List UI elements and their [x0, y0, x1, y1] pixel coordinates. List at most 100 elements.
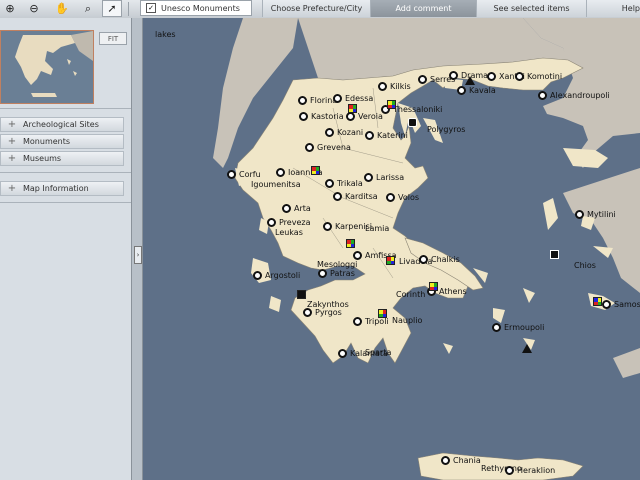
fit-button[interactable]: FIT: [99, 32, 127, 45]
tab-see-selected[interactable]: See selected items: [476, 0, 586, 17]
overview-map[interactable]: [0, 30, 94, 104]
city-marker-lamia[interactable]: Lamia: [353, 224, 389, 233]
unesco-site-marker-icon[interactable]: [429, 282, 438, 291]
layer-museums[interactable]: + Museums: [0, 151, 124, 166]
expand-icon[interactable]: +: [1, 136, 23, 147]
city-marker-volos[interactable]: Volos: [386, 193, 419, 202]
panel-divider: [0, 202, 131, 203]
city-marker-florina[interactable]: Florina: [298, 96, 337, 105]
unesco-site-marker-icon[interactable]: [378, 309, 387, 318]
city-marker-pyrgos[interactable]: Pyrgos: [303, 308, 342, 317]
city-marker-igoumenitsa[interactable]: Igoumenitsa: [239, 180, 301, 189]
city-dot-icon: [457, 86, 466, 95]
city-dot-icon: [386, 193, 395, 202]
monument-square-icon[interactable]: [550, 250, 559, 259]
city-marker-argostoli[interactable]: Argostoli: [253, 271, 300, 280]
city-dot-icon: [298, 96, 307, 105]
city-marker-corfu[interactable]: Corfu: [227, 170, 261, 179]
city-dot-icon: [353, 317, 362, 326]
city-marker-grevena[interactable]: Grevena: [305, 143, 351, 152]
city-marker-trikala[interactable]: Trikala: [325, 179, 363, 188]
city-dot-icon: [333, 192, 342, 201]
city-marker-mesologgi[interactable]: Mesologgi: [305, 260, 357, 269]
city-dot-icon: [318, 269, 327, 278]
city-dot-icon: [325, 179, 334, 188]
city-dot-icon: [487, 72, 496, 81]
city-marker-leukas[interactable]: Leukas: [263, 228, 303, 237]
tab-help[interactable]: Help: [586, 0, 640, 17]
city-marker-mytilini[interactable]: Mytilini: [575, 210, 616, 219]
toolbar-divider: [128, 2, 129, 16]
layer-label: Archeological Sites: [23, 120, 99, 129]
city-marker-sparta[interactable]: Sparta: [353, 348, 391, 357]
city-marker-alexandroupoli[interactable]: Alexandroupoli: [538, 91, 610, 100]
unesco-site-marker-icon[interactable]: [348, 104, 357, 113]
city-dot-icon: [419, 255, 428, 264]
city-dot-icon: [538, 91, 547, 100]
city-marker-larissa[interactable]: Larissa: [364, 173, 404, 182]
unesco-site-marker-icon[interactable]: [387, 100, 396, 109]
city-marker-kozani[interactable]: Kozani: [325, 128, 363, 137]
city-dot-icon: [346, 112, 355, 121]
city-marker-komotini[interactable]: Komotini: [515, 72, 562, 81]
tab-add-comment[interactable]: Add comment: [370, 0, 476, 17]
city-marker-edessa[interactable]: Edessa: [333, 94, 373, 103]
zoom-in-icon[interactable]: ⊕: [0, 0, 20, 17]
layer-monuments[interactable]: + Monuments: [0, 134, 124, 149]
city-dot-icon: [305, 143, 314, 152]
city-marker-patras[interactable]: Patras: [318, 269, 355, 278]
unesco-site-marker-icon[interactable]: [346, 239, 355, 248]
map-view[interactable]: lakes Florina Edessa Thessaloniki Kilkis…: [143, 18, 640, 480]
city-dot-icon: [338, 349, 347, 358]
city-marker-katerini[interactable]: Katerini: [365, 131, 408, 140]
city-marker-karditsa[interactable]: Karditsa: [333, 192, 378, 201]
city-dot-icon: [323, 222, 332, 231]
layer-label: Museums: [23, 154, 62, 163]
city-marker-heraklion[interactable]: Heraklion: [505, 466, 555, 475]
city-dot-icon: [276, 168, 285, 177]
pointer-icon[interactable]: ➚: [102, 0, 122, 17]
map-information[interactable]: + Map Information: [0, 181, 124, 196]
expand-icon[interactable]: +: [1, 119, 23, 130]
city-dot-icon: [364, 173, 373, 182]
city-marker-preveza[interactable]: Preveza: [267, 218, 310, 227]
city-dot-icon: [267, 218, 276, 227]
archeological-site-triangle-icon[interactable]: [522, 344, 532, 353]
tab-choose-prefecture[interactable]: Choose Prefecture/City: [262, 0, 370, 17]
toolbar: ⊕ ⊖ ✋ ⌕ ➚ ✓ Unesco Monuments Choose Pref…: [0, 0, 640, 19]
museum-marker-icon[interactable]: [297, 290, 306, 299]
city-marker-samos[interactable]: Samos: [602, 300, 640, 309]
layer-archeological-sites[interactable]: + Archeological Sites: [0, 117, 124, 132]
expand-icon[interactable]: +: [1, 183, 23, 194]
city-marker-corinth[interactable]: Corinth: [384, 290, 425, 299]
city-marker-polygyros[interactable]: Polygyros: [415, 125, 465, 134]
city-marker-kilkis[interactable]: Kilkis: [378, 82, 411, 91]
unesco-site-marker-icon[interactable]: [593, 297, 602, 306]
archeological-site-triangle-icon[interactable]: [465, 76, 475, 85]
city-marker-chios[interactable]: Chios: [562, 261, 596, 270]
expand-icon[interactable]: +: [1, 153, 23, 164]
city-dot-icon: [449, 71, 458, 80]
city-marker-ermoupoli[interactable]: Ermoupoli: [492, 323, 544, 332]
city-dot-icon: [378, 82, 387, 91]
left-panel: FIT + Archeological Sites + Monuments + …: [0, 18, 132, 480]
city-marker-chalkis[interactable]: Chalkis: [419, 255, 460, 264]
monument-square-icon[interactable]: [408, 118, 417, 127]
unesco-site-marker-icon[interactable]: [386, 256, 395, 265]
city-dot-icon: [515, 72, 524, 81]
city-dot-icon: [602, 300, 611, 309]
city-marker-kastoria[interactable]: Kastoria: [299, 112, 344, 121]
city-marker-kavala[interactable]: Kavala: [457, 86, 496, 95]
splitter-grip-icon[interactable]: ›: [134, 246, 142, 264]
city-marker-veroia[interactable]: Veroia: [346, 112, 383, 121]
map-information-label: Map Information: [23, 184, 89, 193]
zoom-box-icon[interactable]: ⌕: [78, 0, 98, 17]
unesco-site-marker-icon[interactable]: [311, 166, 320, 175]
city-marker-arta[interactable]: Arta: [282, 204, 311, 213]
pan-hand-icon[interactable]: ✋: [52, 0, 72, 17]
panel-splitter[interactable]: ›: [131, 18, 143, 480]
unesco-monuments-toggle[interactable]: ✓ Unesco Monuments: [140, 0, 252, 16]
unesco-checkbox[interactable]: ✓: [146, 3, 156, 13]
city-dot-icon: [227, 170, 236, 179]
zoom-out-icon[interactable]: ⊖: [24, 0, 44, 17]
